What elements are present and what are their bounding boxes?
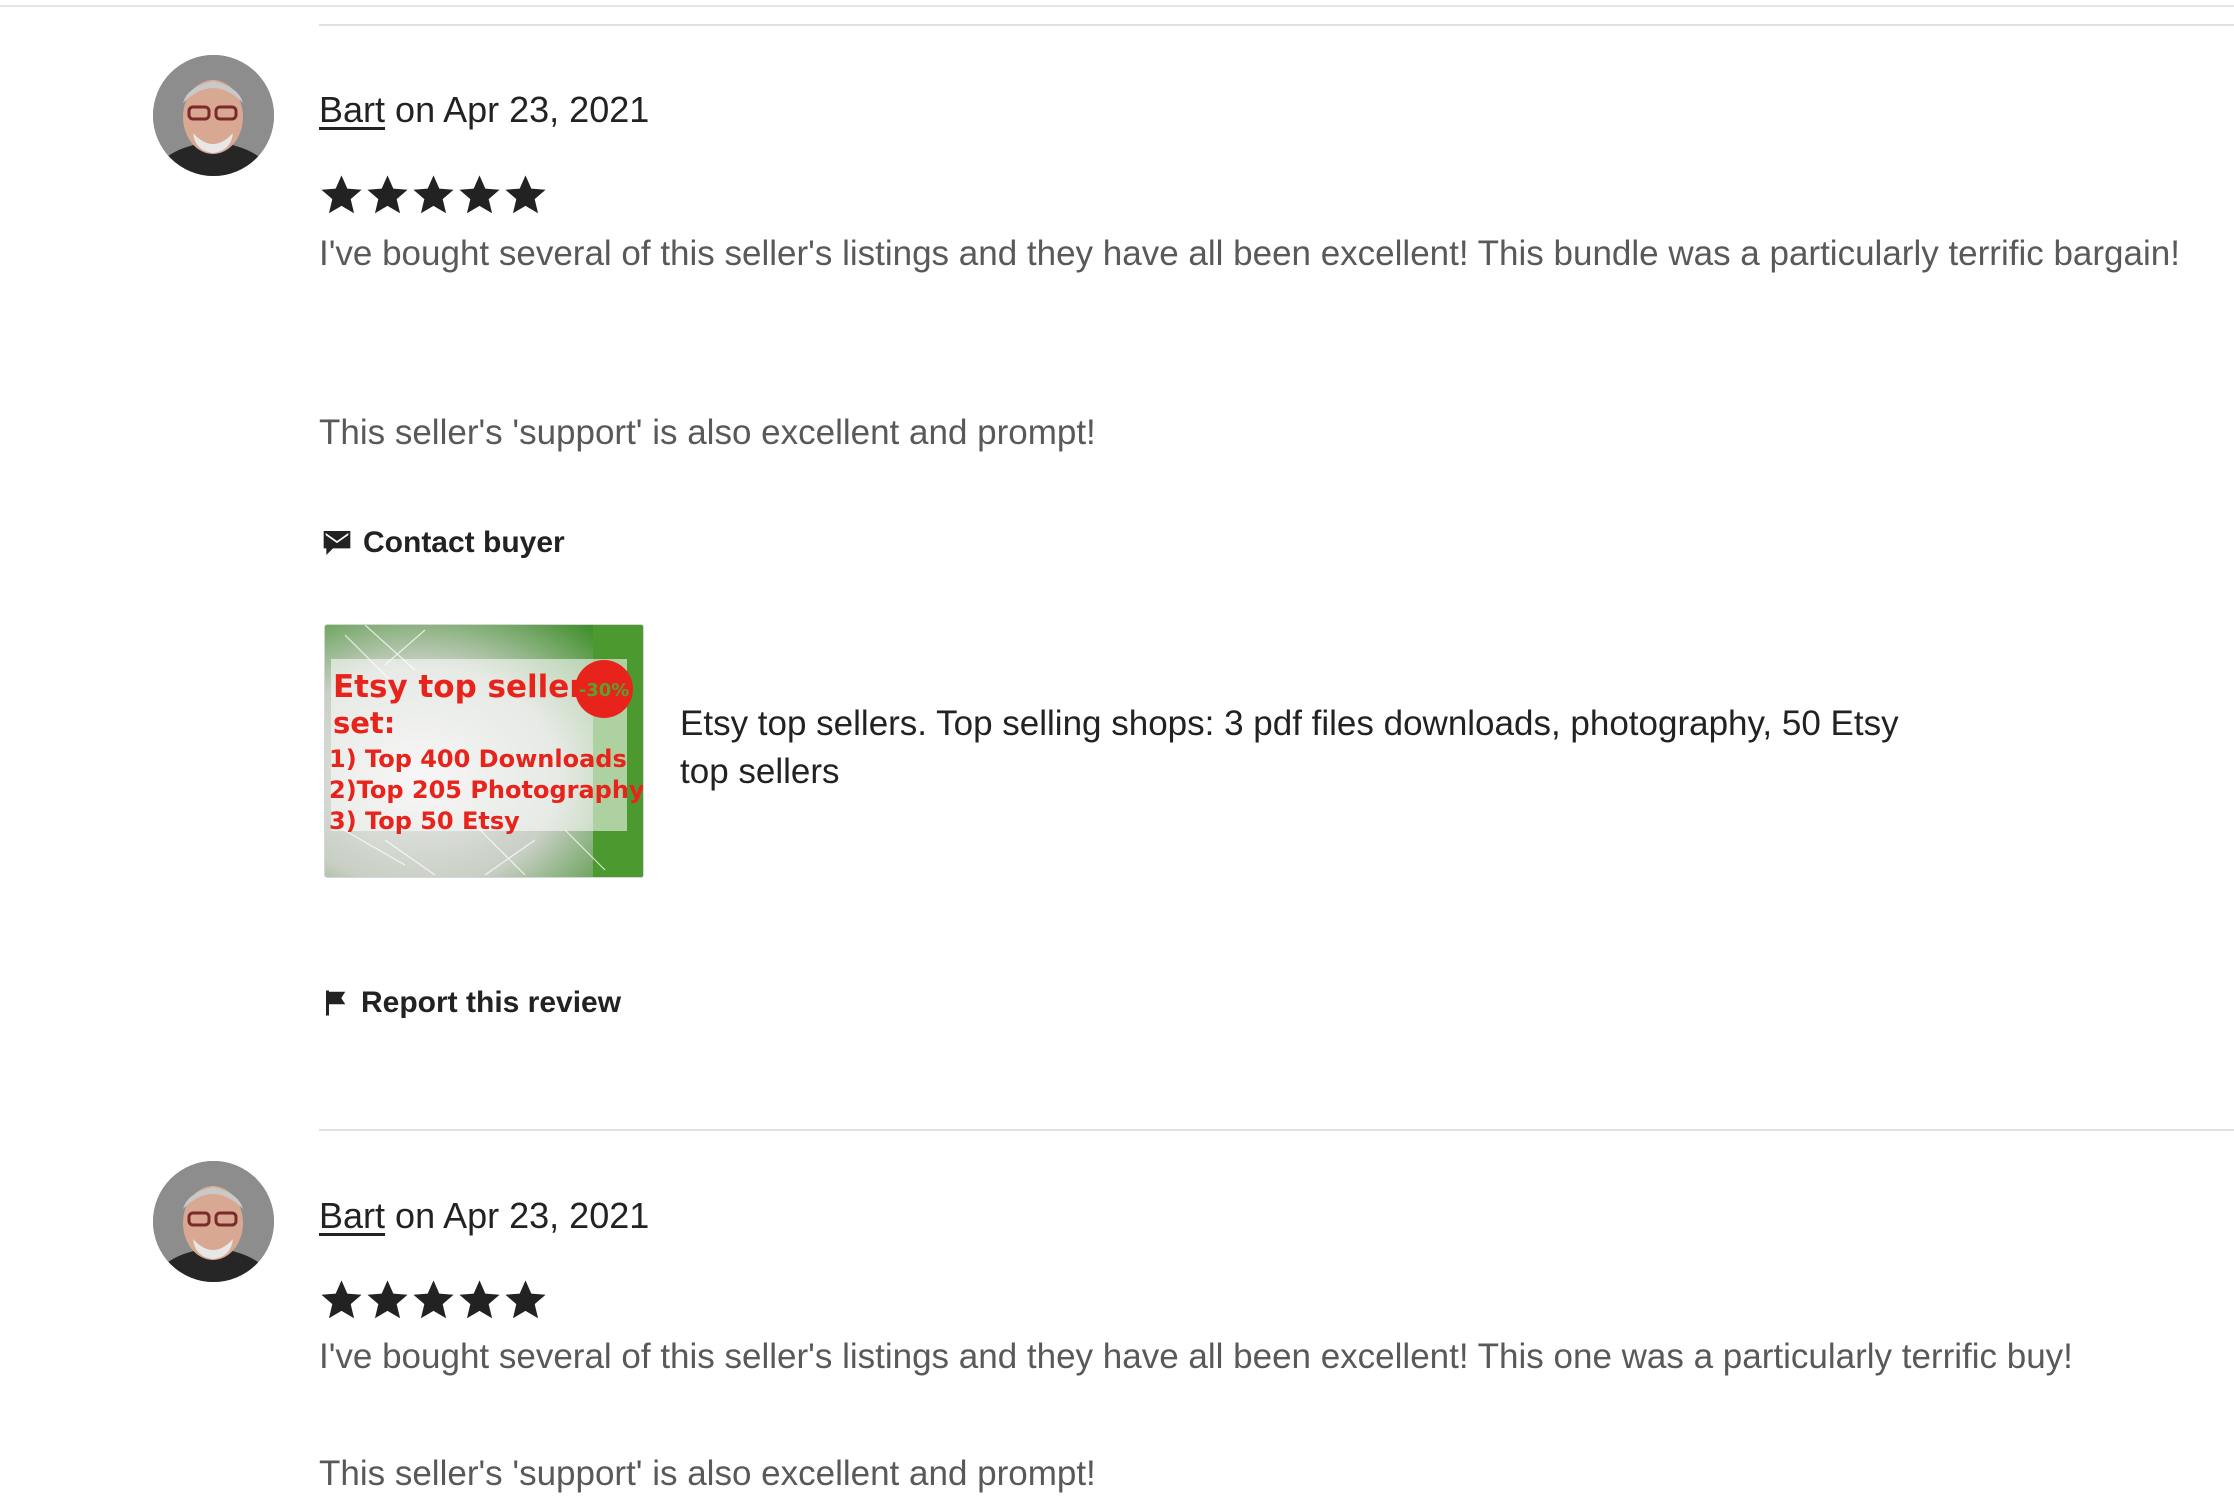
review-byline: Bart on Apr 23, 2021: [319, 88, 649, 132]
star-icon: [367, 1280, 408, 1319]
reviewer-name-link[interactable]: Bart: [319, 1195, 385, 1236]
review-divider: [319, 1129, 2234, 1131]
star-icon: [505, 1280, 546, 1319]
report-review-button[interactable]: Report this review: [321, 986, 621, 1020]
top-divider: [0, 5, 2234, 7]
star-icon: [321, 175, 362, 214]
report-review-label: Report this review: [361, 986, 622, 1019]
listing-title-link[interactable]: Etsy top sellers. Top selling shops: 3 p…: [680, 700, 1910, 796]
star-icon: [505, 175, 546, 214]
star-icon: [367, 175, 408, 214]
thumb-line: 3) Top 50 Etsy: [329, 807, 520, 835]
thumb-line: 1) Top 400 Downloads: [329, 745, 627, 773]
thumb-headline-2: set:: [333, 706, 395, 740]
review-text: This seller's 'support' is also excellen…: [319, 1454, 1096, 1493]
star-icon: [459, 175, 500, 214]
review-text: I've bought several of this seller's lis…: [319, 1337, 2073, 1376]
discount-badge-text: -30%: [579, 680, 630, 701]
star-rating: [319, 172, 548, 220]
star-rating: [319, 1277, 548, 1325]
reviewer-avatar[interactable]: [153, 1161, 274, 1282]
thumb-headline: Etsy top sellers: [333, 669, 603, 705]
review-date: on Apr 23, 2021: [395, 1195, 650, 1236]
thumb-line: 2)Top 205 Photography: [329, 776, 643, 804]
star-icon: [413, 1280, 454, 1319]
reviewer-avatar[interactable]: [153, 55, 274, 176]
flag-icon: [326, 990, 346, 1016]
review-text: I've bought several of this seller's lis…: [319, 234, 2180, 273]
listing-thumbnail[interactable]: Etsy top sellers set: -30% 1) Top 400 Do…: [324, 624, 644, 878]
star-icon: [321, 1280, 362, 1319]
message-icon: [323, 531, 351, 555]
reviewer-name-link[interactable]: Bart: [319, 89, 385, 130]
star-icon: [413, 175, 454, 214]
contact-buyer-button[interactable]: Contact buyer: [321, 526, 565, 560]
review-text: This seller's 'support' is also excellen…: [319, 413, 1096, 452]
star-icon: [459, 1280, 500, 1319]
review-divider: [319, 24, 2234, 26]
review-date: on Apr 23, 2021: [395, 89, 650, 130]
contact-buyer-label: Contact buyer: [363, 526, 565, 559]
review-byline: Bart on Apr 23, 2021: [319, 1194, 649, 1238]
